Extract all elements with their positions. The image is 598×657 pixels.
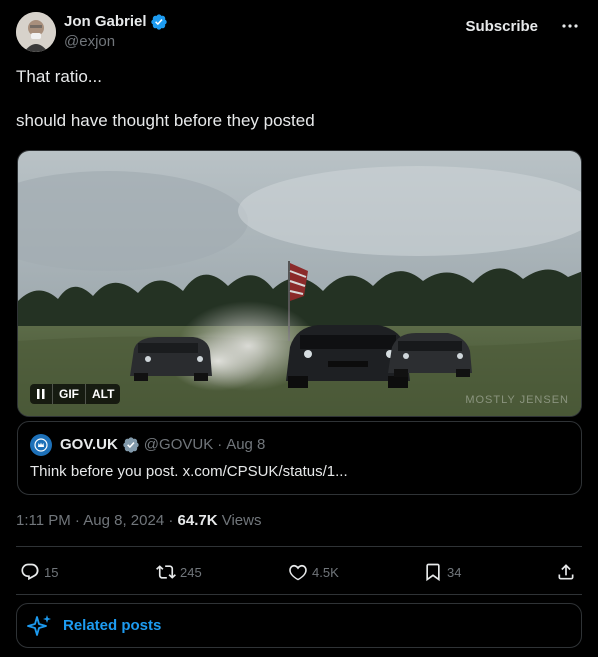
divider [16, 546, 582, 547]
views-label: Views [217, 512, 262, 529]
gif-frame-image [18, 151, 581, 416]
media-gif[interactable]: GIF ALT MOSTLY JENSEN [17, 150, 582, 417]
action-bar: 15 245 4.5K 34 [16, 558, 582, 586]
repost-button[interactable]: 245 [156, 558, 202, 586]
media-controls: GIF ALT [30, 384, 121, 404]
tweet-text-line: That ratio... [16, 67, 102, 86]
author-display-name[interactable]: Jon Gabriel [64, 12, 168, 32]
quoted-post[interactable]: GOV.UK @GOVUK · Aug 8 Think before you p… [17, 421, 582, 495]
tweet-text-line: should have thought before they posted [16, 111, 315, 130]
author-avatar[interactable] [16, 12, 56, 52]
author-handle[interactable]: @exjon [64, 32, 168, 52]
reply-count: 15 [44, 564, 59, 580]
bookmark-count: 34 [447, 564, 462, 580]
tweet-header: Jon Gabriel @exjon Subscribe [16, 12, 582, 56]
like-button[interactable]: 4.5K [288, 558, 339, 586]
share-icon [558, 564, 574, 580]
separator-dot: · [217, 436, 223, 453]
repost-icon [156, 565, 176, 579]
media-watermark: MOSTLY JENSEN [465, 394, 569, 406]
quoted-avatar [30, 434, 52, 456]
gif-badge: GIF [52, 384, 85, 404]
related-posts-button[interactable]: Related posts [16, 603, 582, 648]
separator-dot: · [70, 512, 84, 529]
verified-badge-icon [150, 14, 167, 30]
crown-icon [34, 438, 48, 452]
reply-button[interactable]: 15 [20, 558, 58, 586]
bookmark-icon [426, 563, 440, 582]
reply-icon [21, 563, 39, 581]
sparkle-icon [27, 614, 51, 636]
divider [16, 594, 582, 595]
bookmark-button[interactable]: 34 [423, 558, 461, 586]
views-count: 64.7K [177, 512, 218, 529]
pause-icon [37, 389, 45, 399]
pause-button[interactable] [30, 388, 52, 400]
repost-count: 245 [180, 564, 202, 580]
tweet-text: That ratio... should have thought before… [16, 66, 582, 132]
like-count: 4.5K [312, 564, 339, 580]
more-options-icon[interactable] [560, 16, 580, 36]
quoted-display-name: GOV.UK [60, 436, 118, 453]
quoted-text: Think before you post. x.com/CPSUK/statu… [30, 463, 348, 480]
quoted-handle: @GOVUK [143, 436, 214, 453]
subscribe-button[interactable]: Subscribe [465, 18, 538, 35]
related-posts-label: Related posts [63, 617, 162, 634]
quoted-date: Aug 8 [226, 436, 266, 453]
heart-icon [289, 564, 307, 581]
share-button[interactable] [556, 558, 576, 586]
post-meta: 1:11 PM · Aug 8, 2024 · 64.7K Views [16, 511, 261, 531]
author-name-text: Jon Gabriel [64, 13, 147, 30]
author-names: Jon Gabriel @exjon [64, 12, 168, 52]
alt-text-button[interactable]: ALT [85, 384, 120, 404]
post-date[interactable]: Aug 8, 2024 [83, 512, 164, 529]
government-badge-icon [123, 437, 139, 453]
separator-dot: · [164, 512, 178, 529]
post-time[interactable]: 1:11 PM [16, 512, 71, 529]
quoted-post-header: GOV.UK @GOVUK · Aug 8 [30, 434, 265, 456]
